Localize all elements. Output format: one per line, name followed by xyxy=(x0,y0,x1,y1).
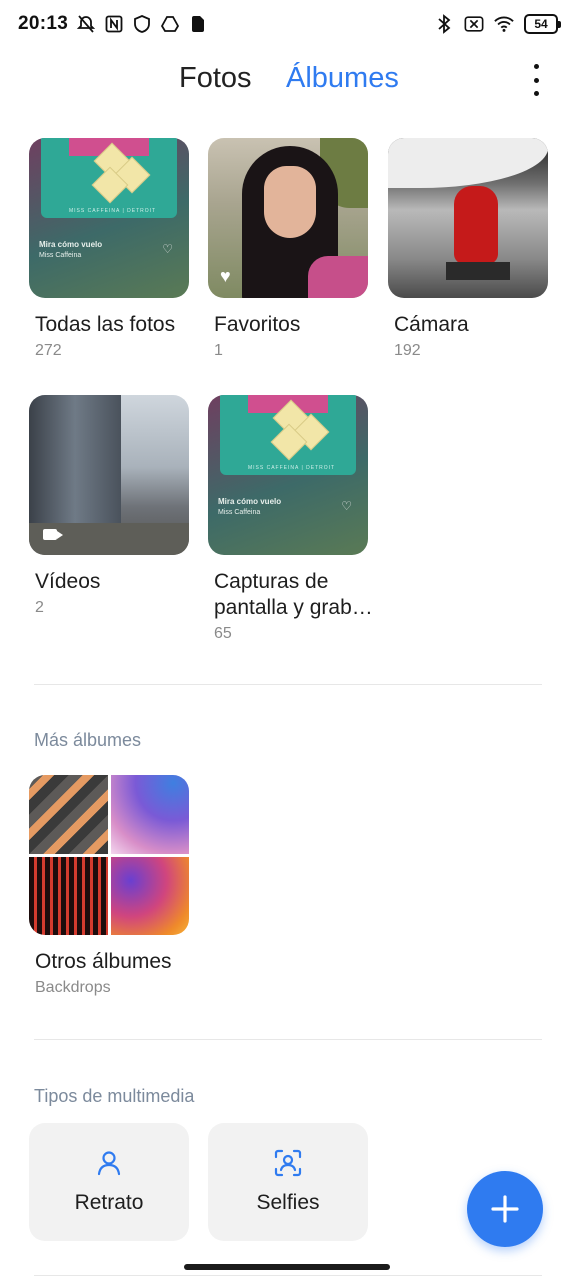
sim-icon xyxy=(188,14,208,34)
section-divider xyxy=(34,1275,542,1276)
album-count: 1 xyxy=(214,342,223,359)
section-title-media-types: Tipos de multimedia xyxy=(34,1086,195,1106)
heart-filled-icon: ♥ xyxy=(220,266,231,286)
home-indicator[interactable] xyxy=(184,1264,390,1270)
mute-icon xyxy=(76,14,96,34)
portrait-icon xyxy=(97,1151,121,1176)
album-otros-albumes[interactable]: Otros álbumes Backdrops xyxy=(29,775,189,997)
nfc-icon xyxy=(104,14,124,34)
header: Fotos Álbumes xyxy=(0,48,576,112)
video-camera-icon xyxy=(43,529,63,540)
album-title: Capturas de pantalla y grab… xyxy=(214,570,373,619)
status-time: 20:13 xyxy=(18,13,69,34)
tab-fotos[interactable]: Fotos xyxy=(179,62,252,95)
media-type-retrato[interactable]: Retrato xyxy=(29,1123,189,1241)
album-count: 65 xyxy=(214,625,232,642)
more-vert-icon[interactable] xyxy=(530,64,542,96)
album-thumbnail: MISS CAFFEINA | DETROIT Mira cómo vuelo … xyxy=(208,395,368,555)
heart-outline-icon: ♡ xyxy=(162,242,173,256)
shield-icon xyxy=(132,14,152,34)
add-icon xyxy=(491,1195,519,1223)
album-count: 192 xyxy=(394,342,421,359)
no-sim-icon xyxy=(464,14,484,34)
album-title: Favoritos xyxy=(214,313,301,336)
album-title: Vídeos xyxy=(35,570,101,593)
album-count: 2 xyxy=(35,599,44,616)
media-type-label: Selfies xyxy=(256,1191,320,1214)
album-mosaic-thumbnail xyxy=(29,775,189,935)
album-thumbnail: MISS CAFFEINA | DETROIT Mira cómo vuelo … xyxy=(29,138,189,298)
album-thumbnail xyxy=(29,395,189,555)
section-divider xyxy=(34,1039,542,1040)
album-subtitle: Backdrops xyxy=(35,979,111,996)
status-bar: 20:13 54 xyxy=(0,0,576,48)
section-title-more-albums: Más álbumes xyxy=(34,730,142,750)
album-thumbnail xyxy=(388,138,548,298)
album-capturas[interactable]: MISS CAFFEINA | DETROIT Mira cómo vuelo … xyxy=(208,395,373,643)
album-favoritos[interactable]: ♥ Favoritos 1 xyxy=(208,138,368,360)
add-button[interactable] xyxy=(467,1171,543,1247)
media-type-label: Retrato xyxy=(74,1191,144,1214)
section-divider xyxy=(34,684,542,685)
album-count: 272 xyxy=(35,342,62,359)
media-type-selfies[interactable]: Selfies xyxy=(208,1123,368,1241)
album-title: Todas las fotos xyxy=(35,313,176,336)
album-todas-las-fotos[interactable]: MISS CAFFEINA | DETROIT Mira cómo vuelo … xyxy=(29,138,189,360)
tab-albumes[interactable]: Álbumes xyxy=(286,62,399,95)
album-videos[interactable]: Vídeos 2 xyxy=(29,395,189,617)
battery-icon: 54 xyxy=(524,14,561,34)
album-camara[interactable]: Cámara 192 xyxy=(388,138,548,360)
wifi-icon xyxy=(494,14,514,34)
bluetooth-icon xyxy=(434,14,454,34)
selfie-icon xyxy=(274,1149,302,1177)
heart-outline-icon: ♡ xyxy=(341,499,352,513)
album-thumbnail: ♥ xyxy=(208,138,368,298)
album-title: Cámara xyxy=(394,313,469,336)
drive-icon xyxy=(160,14,180,34)
album-title: Otros álbumes xyxy=(35,950,172,973)
